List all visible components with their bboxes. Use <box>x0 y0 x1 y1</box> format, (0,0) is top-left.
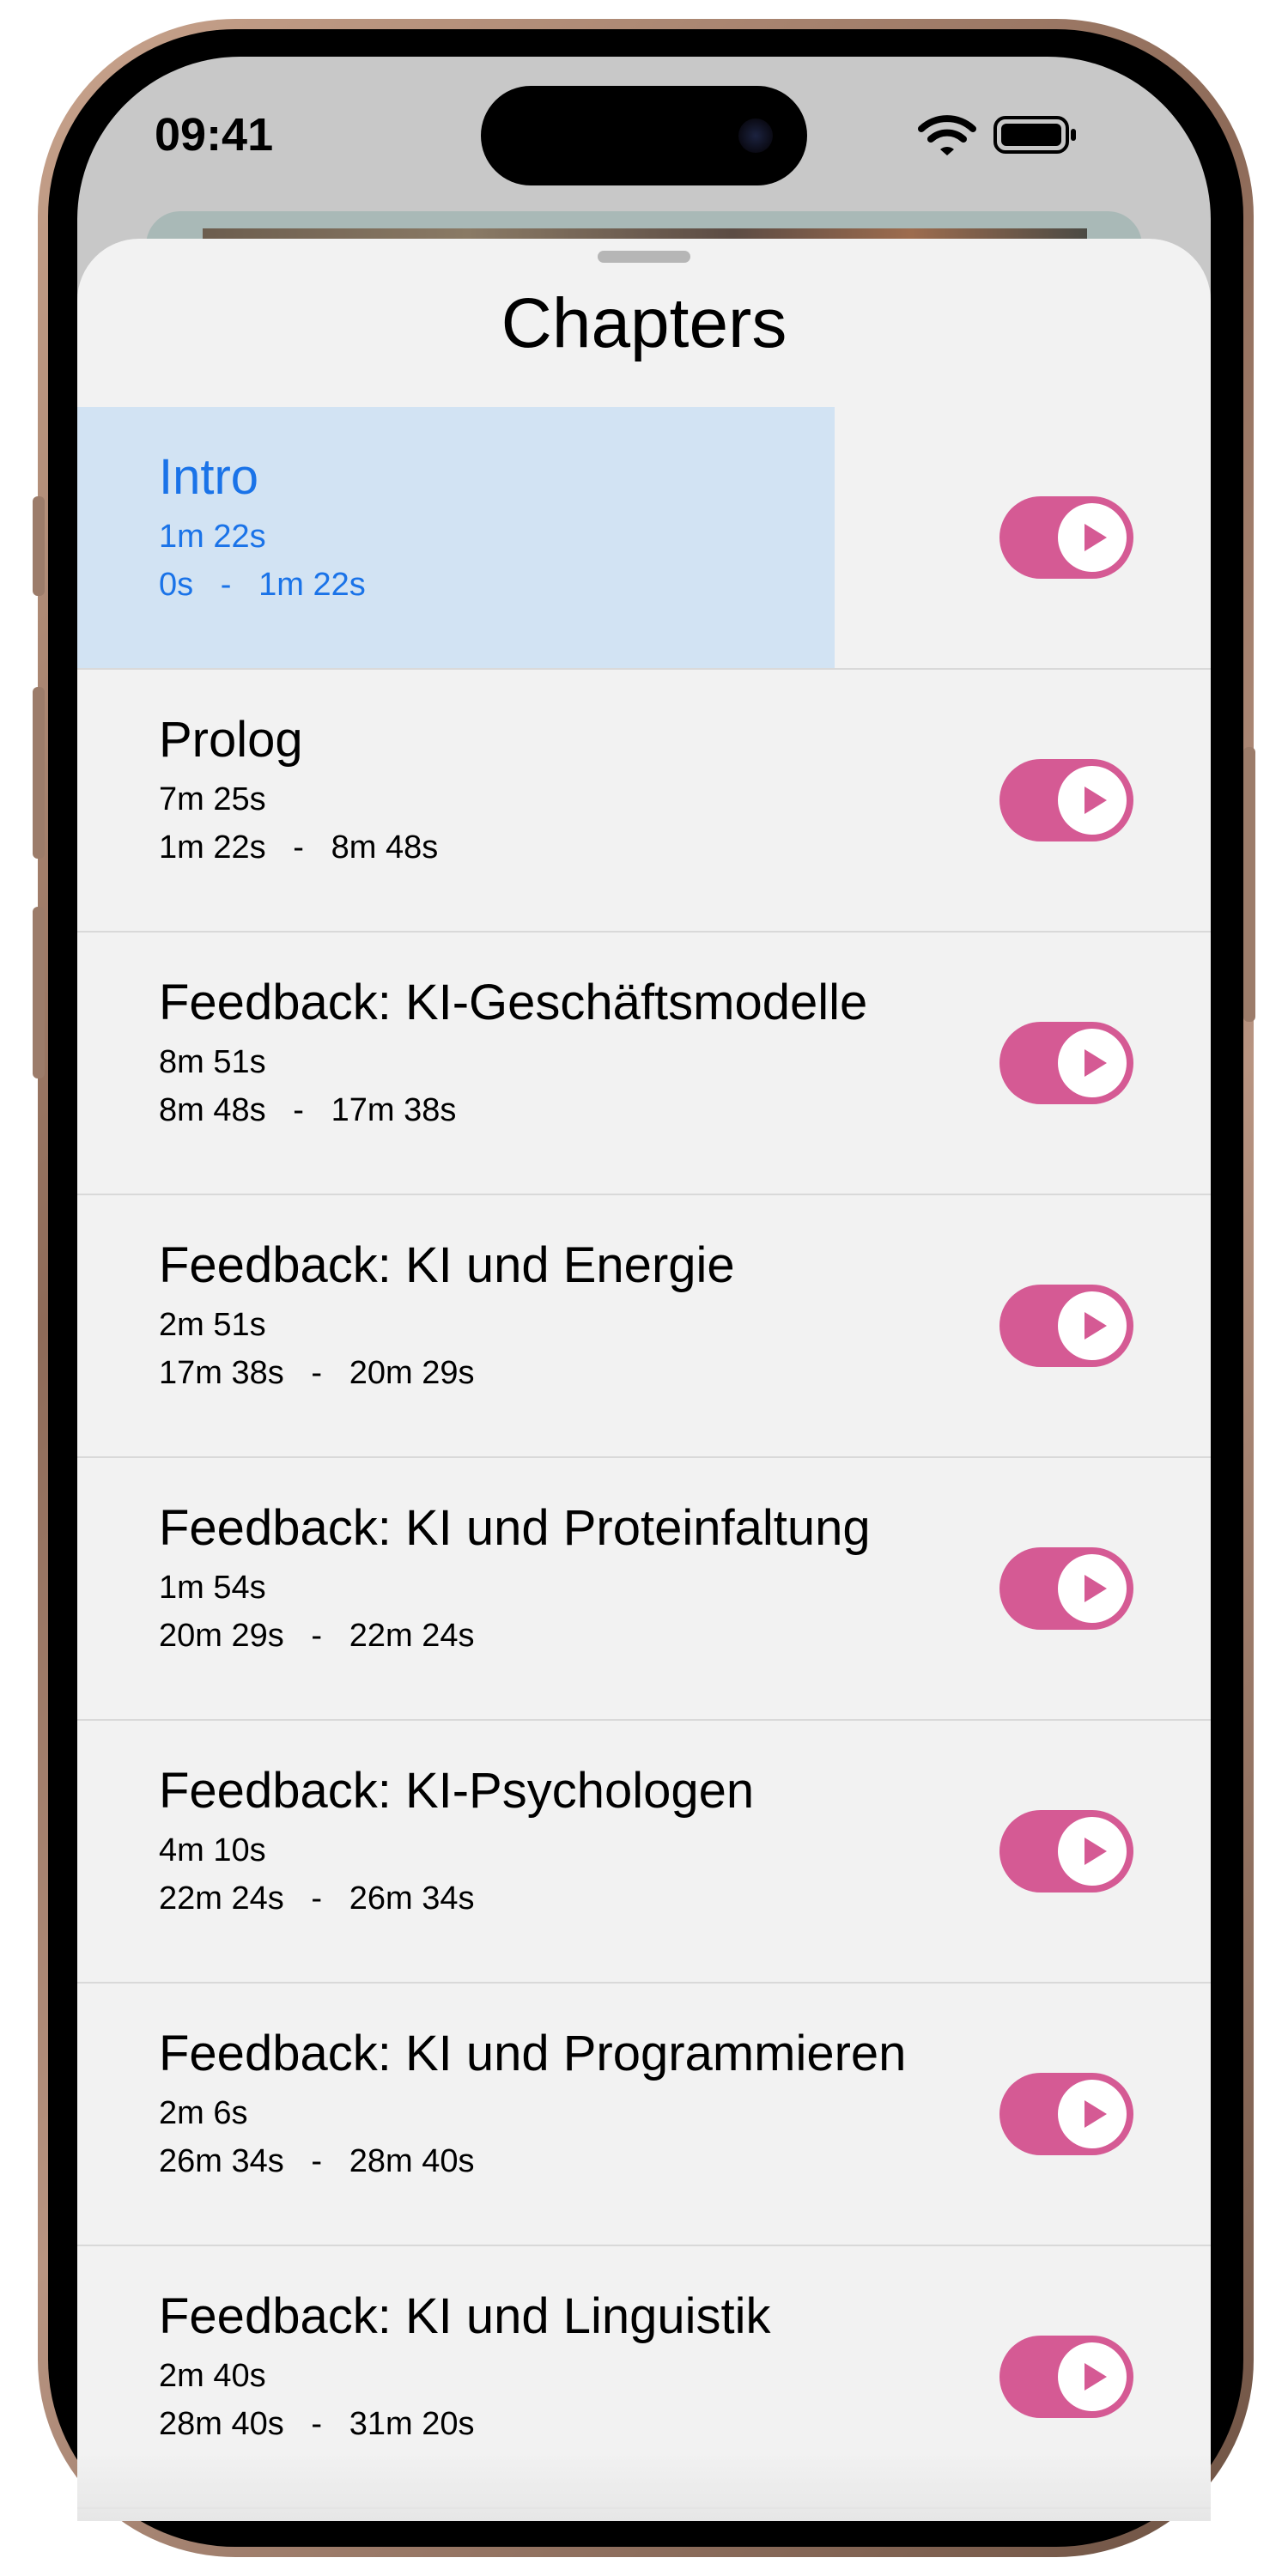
chapter-title: Feedback: KI und Energie <box>159 1237 735 1293</box>
chapter-title: Intro <box>159 449 259 505</box>
battery-icon <box>993 116 1076 154</box>
play-icon <box>1084 1049 1107 1077</box>
play-knob <box>1058 1029 1127 1097</box>
sheet-grabber[interactable] <box>598 251 690 263</box>
play-chapter-button[interactable] <box>999 759 1133 841</box>
chapter-range: 1m 22s - 8m 48s <box>159 829 439 866</box>
chapter-row[interactable]: Feedback: KI und Energie 2m 51s 17m 38s … <box>77 1195 1211 1458</box>
play-chapter-button[interactable] <box>999 1022 1133 1104</box>
chapter-row[interactable]: Prolog 7m 25s 1m 22s - 8m 48s <box>77 670 1211 933</box>
chapter-duration: 7m 25s <box>159 781 266 817</box>
chapter-row[interactable]: Feedback: KI-Psychologen 4m 10s 22m 24s … <box>77 1721 1211 1984</box>
chapter-row[interactable]: Feedback: KI und Programmieren 2m 6s 26m… <box>77 1984 1211 2246</box>
play-icon <box>1084 2363 1107 2391</box>
status-time: 09:41 <box>155 109 274 161</box>
play-chapter-button[interactable] <box>999 1547 1133 1630</box>
play-chapter-button[interactable] <box>999 496 1133 579</box>
play-chapter-button[interactable] <box>999 1285 1133 1367</box>
chapter-title: Feedback: KI und Proteinfaltung <box>159 1500 871 1556</box>
action-button <box>33 496 45 596</box>
volume-down-button <box>33 907 45 1078</box>
chapter-duration: 1m 22s <box>159 519 266 555</box>
play-icon <box>1084 787 1107 814</box>
power-button <box>1243 747 1255 1022</box>
chapter-row[interactable]: Feedback: KI und Proteinfaltung 1m 54s 2… <box>77 1458 1211 1721</box>
chapter-duration: 8m 51s <box>159 1044 266 1080</box>
play-chapter-button[interactable] <box>999 2336 1133 2418</box>
chapter-title: Feedback: KI-Psychologen <box>159 1763 755 1819</box>
status-icons <box>917 113 1080 156</box>
chapter-duration: 1m 54s <box>159 1570 266 1606</box>
play-knob <box>1058 2342 1127 2411</box>
chapter-range: 0s - 1m 22s <box>159 567 366 603</box>
bottom-fade <box>77 2452 1211 2521</box>
play-icon <box>1084 1312 1107 1340</box>
sheet-title: Chapters <box>501 284 787 362</box>
chapter-duration: 2m 6s <box>159 2095 248 2131</box>
wifi-icon <box>918 115 976 155</box>
chapter-row[interactable]: Feedback: KI-Geschäftsmodelle 8m 51s 8m … <box>77 933 1211 1195</box>
play-chapter-button[interactable] <box>999 1810 1133 1893</box>
play-icon <box>1084 1838 1107 1865</box>
play-knob <box>1058 503 1127 572</box>
chapter-range: 26m 34s - 28m 40s <box>159 2143 475 2179</box>
play-knob <box>1058 1291 1127 1360</box>
chapter-range: 17m 38s - 20m 29s <box>159 1355 475 1391</box>
chapter-title: Prolog <box>159 712 303 768</box>
play-icon <box>1084 2100 1107 2128</box>
camera-icon <box>738 118 773 153</box>
chapter-title: Feedback: KI und Programmieren <box>159 2026 907 2081</box>
dynamic-island <box>481 86 807 185</box>
play-icon <box>1084 1575 1107 1602</box>
chapter-duration: 2m 40s <box>159 2358 266 2394</box>
chapter-range: 28m 40s - 31m 20s <box>159 2406 475 2442</box>
chapter-range: 8m 48s - 17m 38s <box>159 1092 457 1128</box>
chapter-list: Intro 1m 22s 0s - 1m 22s Prolog 7m 25s 1… <box>77 407 1211 2509</box>
play-chapter-button[interactable] <box>999 2073 1133 2155</box>
chapter-row[interactable]: Intro 1m 22s 0s - 1m 22s <box>77 407 1211 670</box>
chapter-title: Feedback: KI und Linguistik <box>159 2288 771 2344</box>
play-knob <box>1058 1817 1127 1886</box>
play-knob <box>1058 1554 1127 1623</box>
play-knob <box>1058 766 1127 835</box>
chapter-title: Feedback: KI-Geschäftsmodelle <box>159 975 868 1030</box>
play-knob <box>1058 2080 1127 2148</box>
chapter-duration: 4m 10s <box>159 1832 266 1868</box>
chapter-duration: 2m 51s <box>159 1307 266 1343</box>
volume-up-button <box>33 687 45 859</box>
chapters-sheet: Chapters Intro 1m 22s 0s - 1m 22s Prolog… <box>77 239 1211 2521</box>
chapter-range: 22m 24s - 26m 34s <box>159 1880 475 1917</box>
play-icon <box>1084 524 1107 551</box>
chapter-range: 20m 29s - 22m 24s <box>159 1618 475 1654</box>
